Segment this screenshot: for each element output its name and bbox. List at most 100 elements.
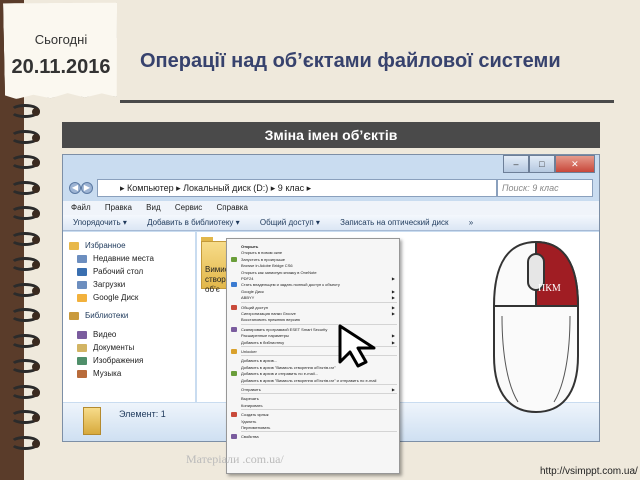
context-menu-item-label: Вырезать <box>241 396 259 402</box>
binder-ring <box>10 231 40 248</box>
binder-ring <box>10 180 40 197</box>
binder-ring <box>10 333 40 350</box>
context-menu-item[interactable]: Копировать <box>241 402 399 409</box>
images-icon <box>77 357 87 365</box>
recent-icon <box>77 255 87 263</box>
menu-item-icon <box>231 326 237 332</box>
context-menu-item[interactable]: Отправить ▶ <box>241 386 399 393</box>
menu-item-icon <box>231 282 237 288</box>
binder-ring <box>10 104 40 120</box>
menu-help[interactable]: Справка <box>217 203 248 212</box>
computer-mouse-icon <box>493 240 580 414</box>
context-menu-item-label: Свойства <box>241 434 259 440</box>
forward-icon[interactable]: ▶ <box>81 182 93 194</box>
binder-ring <box>10 359 40 375</box>
context-menu-separator <box>241 409 397 411</box>
desktop-icon <box>77 268 87 276</box>
context-menu-item-label: Unlocker <box>241 349 257 354</box>
binder-ring <box>10 257 40 273</box>
context-menu-item-label: Browse in Adobe Bridge CS6 <box>241 263 293 269</box>
sidebar-item-label: Документы <box>93 343 135 352</box>
context-menu-separator <box>241 301 397 303</box>
menu-item-icon <box>231 434 237 440</box>
sidebar-item-label: Библиотеки <box>85 311 129 320</box>
nav-buttons: ◀ ▶ <box>69 177 95 199</box>
sidebar-item[interactable]: Google Диск <box>77 292 139 304</box>
date-label: 20.11.2016 <box>11 56 111 78</box>
context-menu-item[interactable]: ABBYY ▶ <box>241 294 399 301</box>
context-menu-item-label: Общий доступ <box>241 304 268 310</box>
binder-ring <box>10 129 40 146</box>
context-menu-item-label: Добавить в архив "Вимисль створення об’є… <box>241 364 336 370</box>
binder-ring <box>10 282 40 299</box>
search-input[interactable]: Поиск: 9 клас <box>497 179 593 197</box>
menu-item-icon <box>231 349 237 354</box>
context-menu-item-label: Отправить <box>241 387 261 392</box>
sidebar-item[interactable]: Избранное <box>69 240 126 252</box>
site-url[interactable]: http://vsimppt.com.ua/ <box>540 466 638 477</box>
sidebar-item[interactable]: Недавние места <box>77 253 154 265</box>
binder-ring <box>10 155 40 171</box>
context-menu-item-label: Синхронизация папки Groove <box>241 311 296 316</box>
libraries-icon <box>69 312 79 320</box>
spiral-binding <box>10 104 50 464</box>
google-drive-icon <box>77 294 87 302</box>
date-note-paper <box>3 1 119 99</box>
footer-watermark: Матеріали .com.ua/ <box>186 452 284 466</box>
context-menu-separator <box>241 431 397 433</box>
burn-button[interactable]: Записать на оптический диск <box>340 218 448 227</box>
sidebar-item[interactable]: Изображения <box>77 355 144 367</box>
menu-tools[interactable]: Сервис <box>175 203 202 212</box>
section-banner: Зміна імен об’єктів <box>62 122 600 148</box>
sidebar-item-label: Изображения <box>93 356 144 365</box>
context-menu-separator <box>241 393 397 395</box>
share-button[interactable]: Общий доступ ▾ <box>260 218 320 227</box>
sidebar-item[interactable]: Документы <box>77 342 135 354</box>
sidebar-item-label: Рабочий стол <box>93 267 144 276</box>
context-menu-item[interactable]: Переименовать <box>241 424 399 431</box>
binder-ring <box>10 410 40 426</box>
context-menu-item-label: Google Диск <box>241 288 264 294</box>
menu-bar: Файл Правка Вид Сервис Справка <box>63 201 599 215</box>
sidebar-item-label: Google Диск <box>93 293 139 302</box>
context-menu-item[interactable]: Добавить в архив "Вимисль створення об’є… <box>241 377 399 384</box>
menu-file[interactable]: Файл <box>71 203 91 212</box>
more-button[interactable]: » <box>469 218 473 227</box>
sidebar-item-label: Музыка <box>93 369 122 378</box>
context-menu-item-label: ABBYY <box>241 295 255 301</box>
sidebar-item[interactable]: Музыка <box>77 368 122 380</box>
star-icon <box>69 242 79 250</box>
menu-edit[interactable]: Правка <box>105 203 132 212</box>
sidebar-item[interactable]: Видео <box>77 329 117 341</box>
sidebar-item-label: Видео <box>93 330 117 339</box>
back-icon[interactable]: ◀ <box>69 182 81 194</box>
documents-icon <box>77 344 87 352</box>
sidebar-item[interactable]: Загрузки <box>77 279 125 291</box>
binder-ring <box>10 308 40 324</box>
close-button[interactable]: ✕ <box>554 155 595 173</box>
context-menu-item-label: Добавить в библиотеку <box>241 339 285 345</box>
context-menu-item[interactable]: Свойства <box>241 433 399 440</box>
sidebar-item[interactable]: Рабочий стол <box>77 266 144 278</box>
add-to-library-button[interactable]: Добавить в библиотеку ▾ <box>147 218 240 227</box>
menu-item-icon <box>231 412 237 418</box>
organize-button[interactable]: Упорядочить ▾ <box>73 218 127 227</box>
context-menu-item-label: Сканировать программой ESET Smart Securi… <box>241 326 328 332</box>
right-click-label: ПКМ <box>538 283 561 294</box>
maximize-button[interactable]: □ <box>528 155 555 173</box>
context-menu-item-label: Удалить <box>241 418 257 424</box>
sidebar-item[interactable]: Библиотеки <box>69 310 129 322</box>
minimize-button[interactable]: – <box>503 155 529 173</box>
music-icon <box>77 370 87 378</box>
submenu-arrow-icon: ▶ <box>391 339 395 345</box>
address-bar[interactable]: ▸ Компьютер ▸ Локальный диск (D:) ▸ 9 кл… <box>97 179 497 197</box>
window-caption-buttons: – □ ✕ <box>503 155 595 173</box>
binder-ring <box>10 435 40 452</box>
navigation-pane: Избранное Недавние места Рабочий стол Загру… <box>63 232 195 402</box>
binder-ring <box>10 384 40 401</box>
menu-view[interactable]: Вид <box>146 203 160 212</box>
today-label: Сьогодні <box>34 32 88 47</box>
context-menu-item-label: Добавить в архив... <box>241 358 278 364</box>
context-menu-item-label: Создать ярлык <box>241 412 269 418</box>
binder-ring <box>10 206 40 222</box>
